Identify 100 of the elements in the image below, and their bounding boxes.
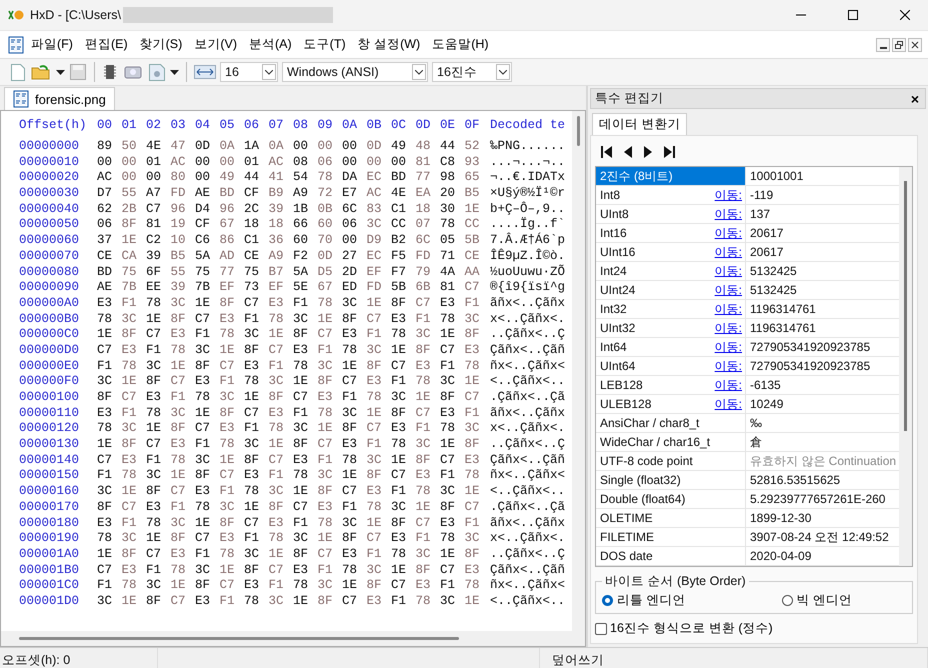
last-icon[interactable] (663, 145, 675, 159)
type-label[interactable]: Int64 이동: (596, 338, 746, 356)
type-label[interactable]: FILETIME (596, 528, 746, 546)
type-label[interactable]: 2진수 (8비트) (596, 167, 746, 185)
next-icon[interactable] (643, 145, 653, 159)
go-to-link[interactable]: 이동: (714, 338, 742, 356)
menu-item[interactable]: 편집(E) (80, 34, 133, 55)
hex-byte: 1E (220, 342, 236, 359)
type-label[interactable]: Int24 이동: (596, 262, 746, 280)
row-offset: 00000080 (18, 264, 80, 280)
offset-base-dropdown[interactable]: 16진수 (432, 62, 512, 82)
go-to-link[interactable]: 이동: (714, 396, 742, 412)
type-label[interactable]: UInt24 이동: (596, 281, 746, 299)
hex-byte: 1E (366, 296, 383, 312)
radio-icon[interactable] (782, 595, 793, 606)
dropdown-caret-icon[interactable] (56, 70, 65, 74)
type-value: 5.29239777657261E-260 (749, 491, 886, 508)
type-label[interactable]: Single (float32) (596, 471, 746, 489)
hex-byte: 1E (293, 374, 310, 390)
menu-item[interactable]: 도구(T) (298, 34, 351, 55)
type-label[interactable]: LEB128 이동: (596, 376, 746, 394)
menu-item[interactable]: 찾기(S) (134, 34, 188, 55)
go-to-link[interactable]: 이동: (714, 300, 742, 318)
grid-scrollbar[interactable] (899, 167, 912, 566)
minimize-document-button[interactable] (876, 38, 890, 52)
hex-byte: 1E (268, 546, 285, 563)
hex-byte: C7 (268, 452, 285, 468)
checkbox-icon[interactable] (595, 622, 607, 634)
go-to-link[interactable]: 이동: (714, 244, 742, 260)
column-header: 0D (416, 117, 432, 134)
close-document-button[interactable] (908, 38, 922, 52)
hex-byte: 67 (318, 280, 334, 296)
hex-byte: 1E (122, 594, 138, 610)
dropdown-caret-icon[interactable] (170, 70, 179, 74)
hex-byte: 39 (170, 280, 187, 296)
hex-byte: 78 (220, 546, 236, 563)
menu-item[interactable]: 분석(A) (244, 34, 297, 55)
go-to-link[interactable]: 이동: (714, 262, 742, 280)
first-icon[interactable] (601, 145, 613, 159)
go-to-link[interactable]: 이동: (714, 206, 742, 222)
type-label[interactable]: OLETIME (596, 509, 746, 527)
type-label[interactable]: UInt64 이동: (596, 357, 746, 375)
hex-byte: C8 (440, 154, 456, 170)
go-to-link[interactable]: 이동: (714, 358, 742, 374)
type-value: 20617 (749, 244, 784, 261)
type-label[interactable]: UInt16 이동: (596, 243, 746, 261)
type-label[interactable]: WideChar / char16_t (596, 433, 746, 451)
hex-byte: F1 (464, 296, 481, 312)
file-tab[interactable]: forensic.png (4, 87, 115, 110)
menu-item[interactable]: 도움말(H) (427, 34, 494, 55)
type-label[interactable]: UInt8 이동: (596, 205, 746, 223)
type-label[interactable]: DOS date (596, 547, 746, 565)
go-to-link[interactable]: 이동: (714, 224, 742, 242)
endian-radio[interactable]: 리틀 엔디언 (602, 592, 686, 609)
hex-byte: CC (464, 217, 481, 234)
menu-item[interactable]: 파일(F) (26, 34, 78, 55)
menu-item[interactable]: 보기(V) (189, 34, 242, 55)
type-value: 10249 (749, 396, 784, 413)
go-to-link[interactable]: 이동: (714, 320, 742, 336)
horizontal-scrollbar[interactable] (1, 631, 585, 646)
hex-byte: 78 (220, 327, 236, 343)
hex-integer-checkbox[interactable]: 16진수 형식으로 변환 (정수) (595, 620, 913, 637)
maximize-icon[interactable] (848, 10, 858, 20)
type-label[interactable]: Double (float64) (596, 490, 746, 508)
type-label[interactable]: AnsiChar / char8_t (596, 414, 746, 432)
memory-chip-icon[interactable] (102, 63, 118, 81)
vertical-scrollbar[interactable] (572, 111, 585, 631)
radio-icon[interactable] (602, 595, 613, 606)
go-to-link[interactable]: 이동: (714, 282, 742, 298)
go-to-link[interactable]: 이동: (714, 376, 742, 394)
menu-item[interactable]: 창 설정(W) (352, 34, 426, 55)
hex-byte: 8F (318, 594, 334, 610)
row-offset: 000000E0 (18, 358, 80, 374)
panel-close-button[interactable]: × (910, 90, 919, 106)
column-header: 0C (391, 117, 408, 134)
type-label[interactable]: Int16 이동: (596, 224, 746, 242)
type-label[interactable]: ULEB128 이동: (596, 395, 746, 413)
hex-byte: 1E (416, 500, 432, 516)
decoded-text: b+Ç–Ô–,9.. (490, 202, 566, 217)
restore-document-button[interactable] (892, 38, 906, 52)
type-label[interactable]: UInt32 이동: (596, 319, 746, 337)
bytes-per-row-dropdown[interactable]: 16 (220, 62, 278, 82)
hex-byte: 00 (195, 170, 212, 186)
previous-icon[interactable] (623, 145, 633, 159)
hex-byte: E3 (440, 406, 456, 422)
endian-radio[interactable]: 빅 엔디언 (782, 592, 852, 609)
encoding-dropdown[interactable]: Windows (ANSI) (282, 62, 428, 82)
hex-byte: C7 (170, 594, 187, 610)
hex-byte: C2 (146, 233, 162, 249)
data-inspector-tab[interactable]: 데이터 변환기 (592, 113, 688, 135)
hex-byte: 78 (464, 358, 481, 374)
close-icon[interactable] (900, 10, 910, 20)
go-to-link[interactable]: 이동: (714, 186, 742, 204)
type-label[interactable]: Int32 이동: (596, 300, 746, 318)
hex-byte: 00 (97, 154, 114, 170)
hex-byte: 7B (195, 280, 212, 296)
type-name: Int24 (600, 264, 627, 278)
hex-byte: 3C (366, 452, 383, 468)
document-icon (13, 90, 29, 108)
type-label[interactable]: Int8 이동: (596, 186, 746, 204)
